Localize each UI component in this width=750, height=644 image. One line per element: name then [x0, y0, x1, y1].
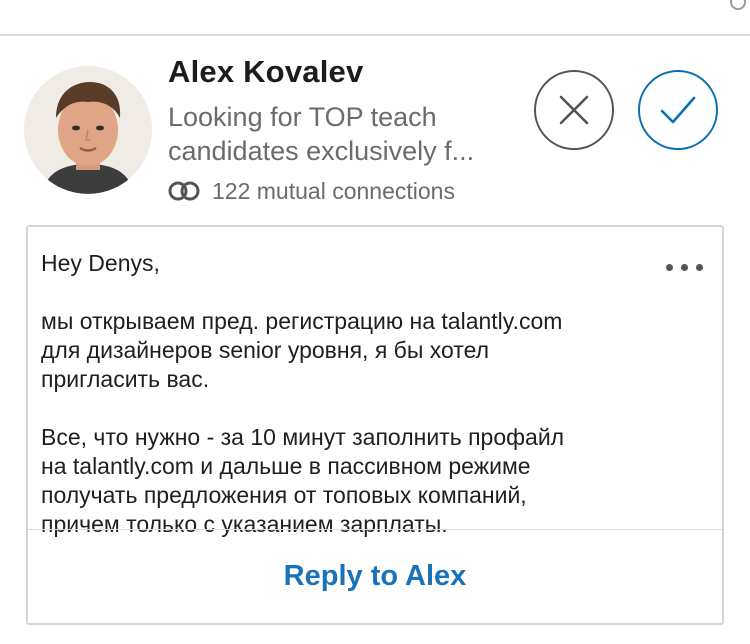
message-greeting: Hey Denys, [41, 250, 160, 276]
more-horizontal-icon [681, 263, 688, 271]
message-paragraph-2: Все, что нужно - за 10 минут заполнить п… [41, 423, 661, 539]
more-horizontal-icon [696, 263, 703, 271]
message-line: для дизайнеров senior уровня, я бы хотел [41, 337, 490, 363]
message-line: получать предложения от топовых компаний… [41, 482, 527, 508]
reply-button[interactable]: Reply to Alex [28, 530, 722, 623]
headline-line-1: Looking for TOP teach [168, 102, 437, 132]
person-photo-icon [24, 66, 152, 194]
mutual-connections-icon [168, 181, 200, 201]
message-paragraph-1: мы открываем пред. регистрацию на talant… [41, 307, 661, 394]
profile-headline: Looking for TOP teach candidates exclusi… [168, 100, 528, 168]
message-line: Все, что нужно - за 10 минут заполнить п… [41, 424, 565, 450]
more-horizontal-icon [666, 263, 673, 271]
partial-circle-icon [730, 0, 746, 10]
mutual-connections[interactable]: 122 mutual connections [168, 176, 455, 206]
accept-button[interactable] [638, 70, 718, 150]
message-line: пригласить вас. [41, 366, 210, 392]
avatar[interactable] [24, 66, 152, 194]
profile-name[interactable]: Alex Kovalev [168, 54, 363, 90]
message-body: Hey Denys, мы открываем пред. регистраци… [41, 249, 661, 539]
message-line: мы открываем пред. регистрацию на talant… [41, 308, 563, 334]
message-line: на talantly.com и дальше в пассивном реж… [41, 453, 531, 479]
checkmark-icon [660, 96, 696, 124]
mutual-connections-label: 122 mutual connections [212, 177, 455, 204]
headline-line-2: candidates exclusively f... [168, 136, 475, 166]
top-divider [0, 0, 750, 36]
more-options-button[interactable] [666, 261, 714, 273]
close-icon [559, 95, 589, 125]
message-card: Hey Denys, мы открываем пред. регистраци… [26, 225, 724, 625]
ignore-button[interactable] [534, 70, 614, 150]
invitation-screen: Alex Kovalev Looking for TOP teach candi… [0, 0, 750, 644]
